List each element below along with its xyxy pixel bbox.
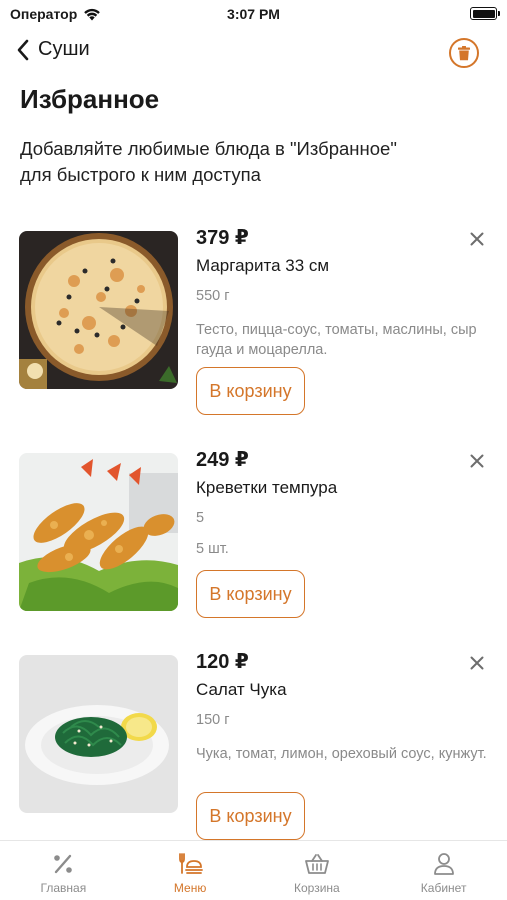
product-weight: 150 г [196,712,230,728]
tab-menu[interactable]: Меню [127,841,254,900]
tab-cart[interactable]: Корзина [254,841,381,900]
add-to-cart-button[interactable]: В корзину [196,570,305,618]
nav-bar: Суши [0,34,507,74]
tab-label: Корзина [294,881,340,895]
remove-favorite-icon[interactable] [469,453,485,469]
product-name: Салат Чука [196,680,287,699]
add-to-cart-button[interactable]: В корзину [196,367,305,415]
product-price: 379 ₽ [196,227,249,249]
back-label: Суши [38,38,90,60]
clear-favorites-button[interactable] [449,38,479,68]
tab-home[interactable]: Главная [0,841,127,900]
battery-icon [470,7,500,20]
menu-icon [179,853,204,874]
clock: 3:07 PM [227,6,280,22]
product-weight: 5 [196,510,205,526]
user-icon [433,853,454,875]
favorite-item: 249 ₽ Креветки темпура 5 5 шт. В корзину [0,449,507,653]
product-image-pizza[interactable] [19,231,178,389]
favorite-item: 120 ₽ Салат Чука 150 г Чука, томат, лимо… [0,651,507,855]
status-bar: Оператор 3:07 PM [0,0,507,28]
add-to-cart-button[interactable]: В корзину [196,792,305,840]
tab-label: Кабинет [420,881,467,895]
product-name: Креветки темпура [196,478,338,497]
tab-label: Главная [40,881,87,895]
product-weight: 550 г [196,288,230,304]
product-image-shrimp-tempura[interactable] [19,453,178,611]
percent-icon [54,854,73,874]
remove-favorite-icon[interactable] [469,231,485,247]
basket-icon [304,854,329,874]
product-price: 249 ₽ [196,449,249,471]
back-button[interactable]: Суши [16,38,90,61]
product-image-chuka-salad[interactable] [19,655,178,813]
product-count: 5 шт. [196,541,229,557]
product-description: Тесто, пицца-соус, томаты, маслины, сыр … [196,322,477,358]
favorite-item: 379 ₽ Маргарита 33 см 550 г Тесто, пицца… [0,227,507,431]
remove-favorite-icon[interactable] [469,655,485,671]
tab-account[interactable]: Кабинет [380,841,507,900]
product-description: Чука, томат, лимон, ореховый соус, кунжу… [196,746,487,762]
tab-bar: Главная Меню Корзина Кабинет [0,840,507,900]
page-title: Избранное [20,84,160,114]
product-name: Маргарита 33 см [196,256,330,275]
tab-label: Меню [173,881,207,895]
product-price: 120 ₽ [196,651,249,673]
chevron-left-icon [17,39,29,60]
page-subtitle: Добавляйте любимые блюда в "Избранное" д… [20,138,397,185]
trash-icon [458,45,470,60]
